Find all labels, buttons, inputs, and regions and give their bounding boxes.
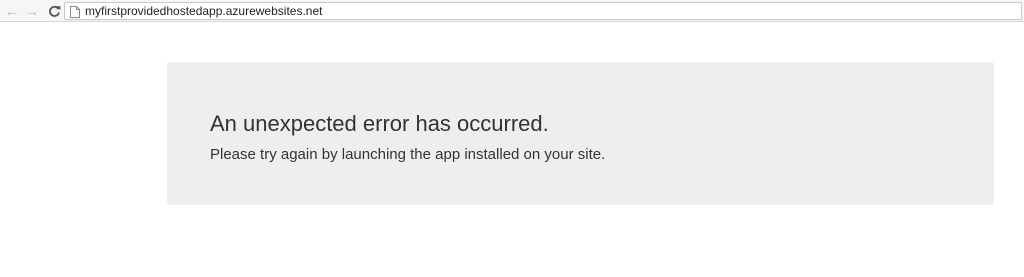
page-document-icon xyxy=(70,5,80,18)
address-bar[interactable]: myfirstprovidedhostedapp.azurewebsites.n… xyxy=(64,2,1022,20)
url-text[interactable]: myfirstprovidedhostedapp.azurewebsites.n… xyxy=(85,4,322,18)
back-arrow-icon[interactable]: ← xyxy=(4,3,20,19)
error-message: Please try again by launching the app in… xyxy=(210,146,606,163)
reload-icon[interactable] xyxy=(46,3,62,19)
error-title: An unexpected error has occurred. xyxy=(210,111,549,136)
forward-arrow-icon[interactable]: → xyxy=(24,3,40,19)
error-panel: An unexpected error has occurred. Please… xyxy=(167,62,994,205)
browser-toolbar: ← → myfirstprovidedhostedapp.azurewebsit… xyxy=(0,0,1024,22)
